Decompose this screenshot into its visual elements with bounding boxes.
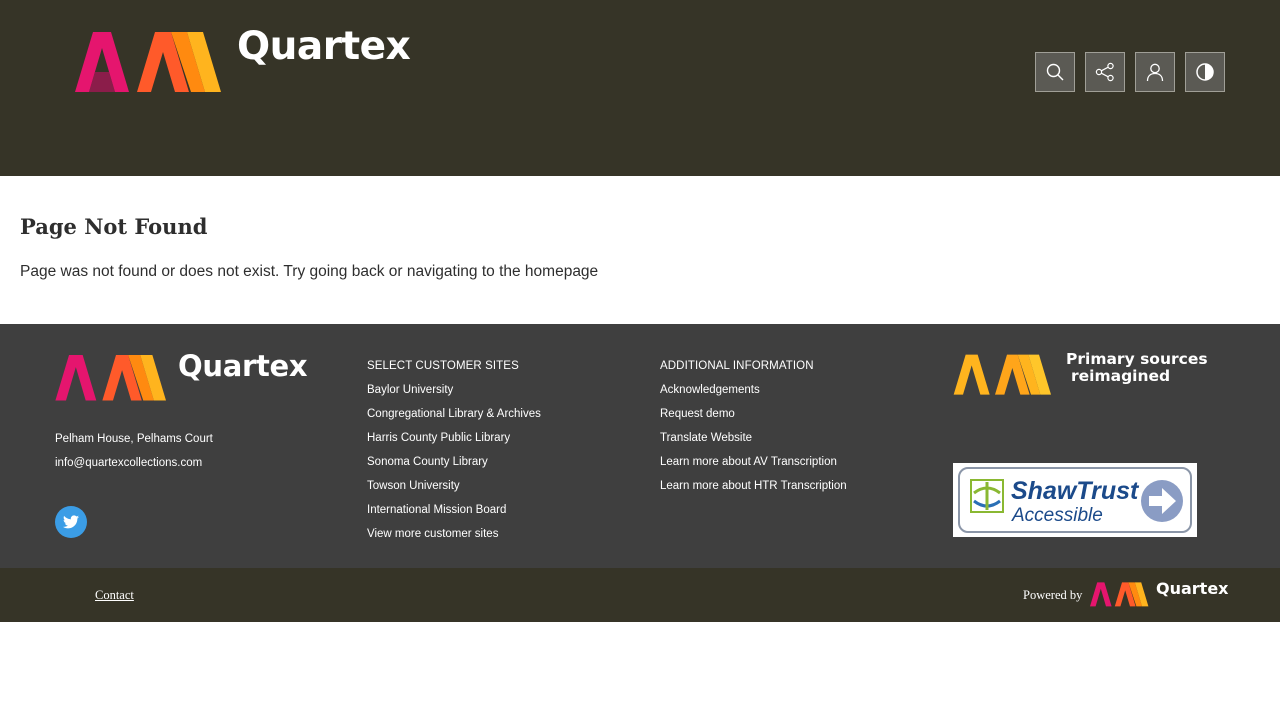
contrast-button[interactable] <box>1185 52 1225 92</box>
request-demo-link[interactable]: Request demo <box>660 408 847 432</box>
share-icon <box>1095 62 1114 82</box>
arrow-right-icon <box>1141 480 1183 522</box>
primary-am-logo-mark <box>953 354 1051 395</box>
header-tools <box>1035 52 1225 92</box>
main-content: Page Not Found Page was not found or doe… <box>20 176 1260 324</box>
primary-sources-logo: Primary sources reimagined <box>953 350 1208 398</box>
am-logo-mark <box>75 32 221 92</box>
footer-address: Pelham House, Pelhams Court <box>55 433 213 445</box>
search-icon <box>1046 63 1064 81</box>
additional-info-column: ADDITIONAL INFORMATION Acknowledgements … <box>660 360 847 504</box>
translate-website-link[interactable]: Translate Website <box>660 432 847 456</box>
additional-info-heading: ADDITIONAL INFORMATION <box>660 360 814 372</box>
site-link-sonoma-county[interactable]: Sonoma County Library <box>367 456 541 480</box>
quartex-logo[interactable]: Quartex <box>75 24 411 94</box>
site-link-baylor[interactable]: Baylor University <box>367 384 541 408</box>
shaw-trust-sub: Accessible <box>1012 505 1103 526</box>
site-link-congregational[interactable]: Congregational Library & Archives <box>367 408 541 432</box>
site-header: Quartex <box>0 0 1280 176</box>
logo-wordmark: Quartex <box>237 24 411 69</box>
not-found-message: Page was not found or does not exist. Tr… <box>20 263 599 280</box>
contrast-icon <box>1196 63 1214 81</box>
av-transcription-link[interactable]: Learn more about AV Transcription <box>660 456 847 480</box>
tagline-line-2: reimagined <box>1071 367 1171 385</box>
search-button[interactable] <box>1035 52 1075 92</box>
bottom-bar: Contact Powered by Quartex <box>0 568 1280 622</box>
shaw-trust-globe-icon <box>970 479 1004 513</box>
shaw-trust-badge-frame: ShawTrust Accessible <box>958 467 1192 533</box>
htr-transcription-link[interactable]: Learn more about HTR Transcription <box>660 480 847 504</box>
customer-sites-heading: SELECT CUSTOMER SITES <box>367 360 519 372</box>
footer-quartex-logo[interactable]: Quartex <box>55 349 308 402</box>
powered-logo-wordmark: Quartex <box>1156 579 1229 598</box>
powered-by-label: Powered by <box>1023 588 1083 602</box>
footer-am-logo-mark <box>55 355 166 401</box>
shaw-trust-name: ShawTrust <box>1011 477 1139 505</box>
account-button[interactable] <box>1135 52 1175 92</box>
twitter-icon <box>63 515 79 529</box>
powered-by-quartex-logo[interactable]: Quartex <box>1090 579 1229 610</box>
tagline-line-1: Primary sources <box>1066 350 1208 368</box>
contact-link[interactable]: Contact <box>95 588 134 603</box>
user-icon <box>1146 63 1164 82</box>
share-button[interactable] <box>1085 52 1125 92</box>
twitter-button[interactable] <box>55 506 87 538</box>
customer-sites-column: SELECT CUSTOMER SITES Baylor University … <box>367 360 541 552</box>
site-link-harris-county[interactable]: Harris County Public Library <box>367 432 541 456</box>
acknowledgements-link[interactable]: Acknowledgements <box>660 384 847 408</box>
site-footer: Quartex Pelham House, Pelhams Court info… <box>0 324 1280 568</box>
site-link-towson[interactable]: Towson University <box>367 480 541 504</box>
view-more-sites-link[interactable]: View more customer sites <box>367 528 541 552</box>
footer-logo-wordmark: Quartex <box>178 349 308 383</box>
page-title: Page Not Found <box>20 214 208 239</box>
footer-email[interactable]: info@quartexcollections.com <box>55 457 202 469</box>
powered-am-logo-mark <box>1090 582 1149 607</box>
site-link-international-mission[interactable]: International Mission Board <box>367 504 541 528</box>
shaw-trust-badge[interactable]: ShawTrust Accessible <box>953 463 1197 537</box>
